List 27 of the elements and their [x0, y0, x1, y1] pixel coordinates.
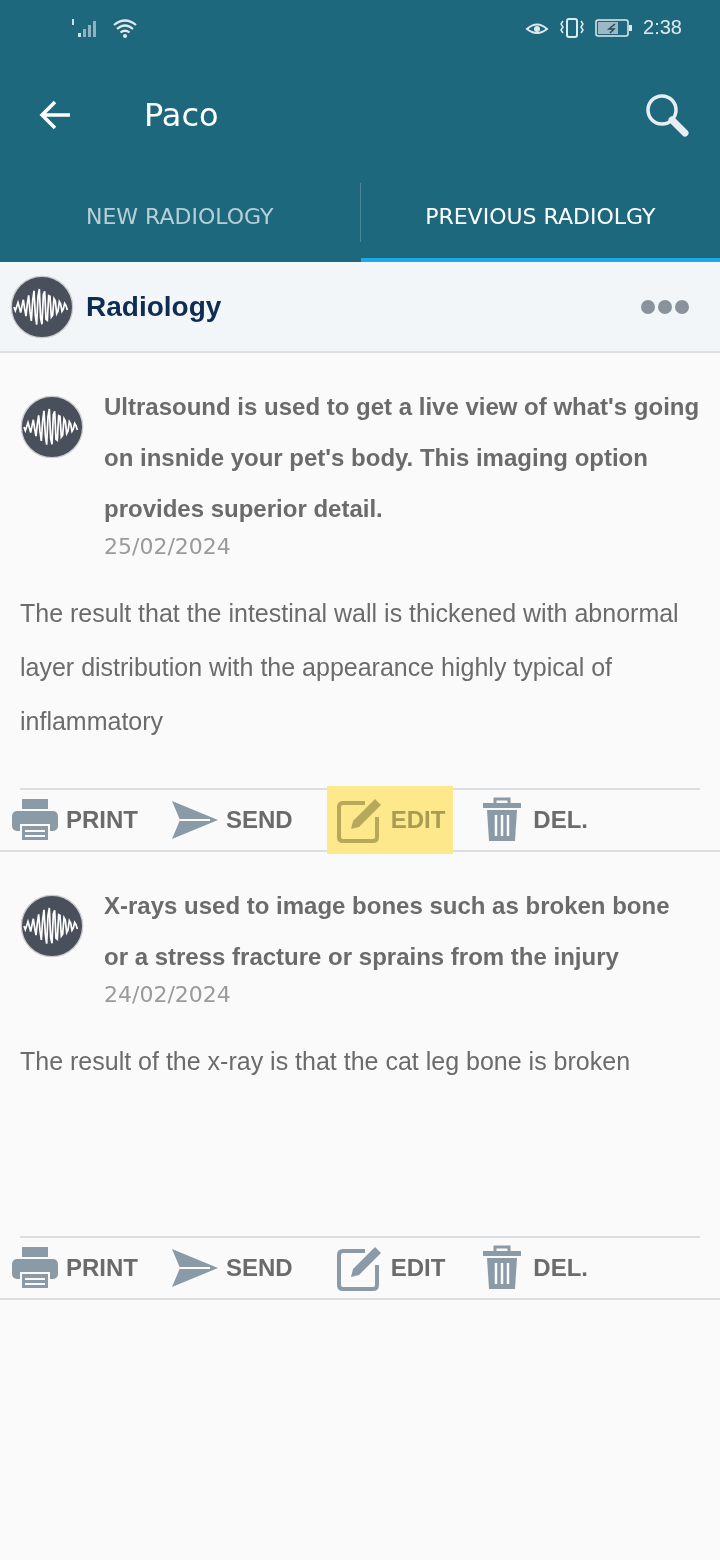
search-icon[interactable]: [644, 92, 690, 138]
action-button[interactable]: SEND: [162, 786, 301, 854]
action-button[interactable]: DEL.: [469, 786, 597, 854]
action-button[interactable]: EDIT: [326, 1234, 454, 1302]
record-date: 24/02/2024: [104, 982, 232, 1008]
record-date: 25/02/2024: [104, 534, 232, 560]
action-button[interactable]: PRINT: [2, 786, 146, 854]
action-button[interactable]: DEL.: [469, 1234, 597, 1302]
waveform-icon: [20, 395, 84, 459]
record-title: Ultrasound is used to get a live view of what's going on insnide your pet's body. This imaging option provides superior detail.: [104, 392, 700, 524]
status-time: 2:38: [643, 16, 682, 39]
waveform-icon: [10, 274, 74, 339]
wifi-icon: [112, 16, 138, 39]
record-title: X-rays used to image bones such as broken bone or a stress fracture or sprains from the injury: [104, 891, 671, 972]
record-result: The result of the x-ray is that the cat leg bone is broken: [19, 1046, 632, 1077]
section-title: Radiology: [86, 290, 223, 323]
record-result: The result that the intestinal wall is thickened with abnormal layer distribution with the appearance highly typical of inflammatory: [19, 598, 680, 737]
action-button[interactable]: SEND: [162, 1234, 301, 1302]
vibrate-icon: [559, 16, 586, 39]
tab[interactable]: NEW RADIOLOGY: [0, 175, 360, 262]
battery-icon: [595, 17, 634, 38]
printer-icon: [10, 1245, 60, 1291]
waveform-icon: [20, 894, 84, 958]
printer-icon: [10, 797, 60, 843]
action-button[interactable]: PRINT: [2, 1234, 146, 1302]
more-icon[interactable]: [640, 298, 690, 315]
screen-title: Paco: [144, 96, 220, 134]
